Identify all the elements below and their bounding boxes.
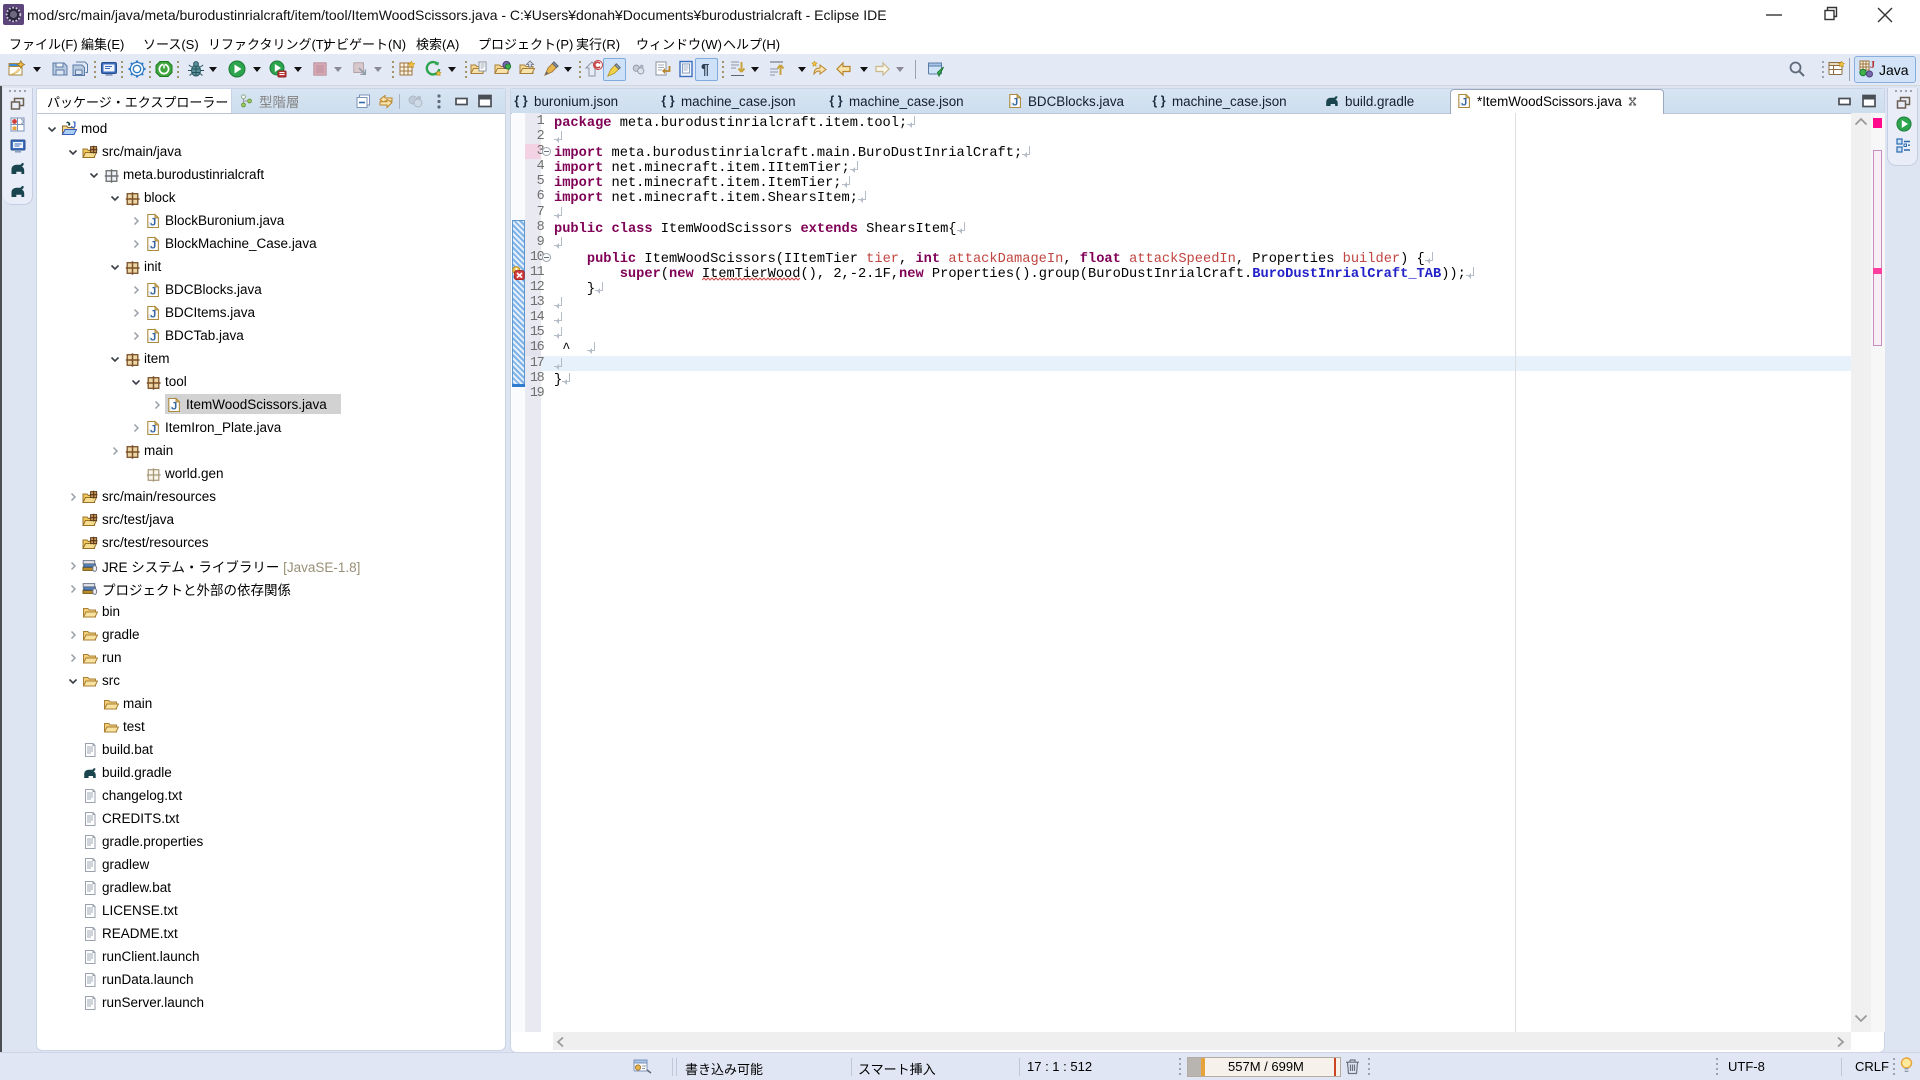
svg-text:J: J xyxy=(1870,60,1875,71)
